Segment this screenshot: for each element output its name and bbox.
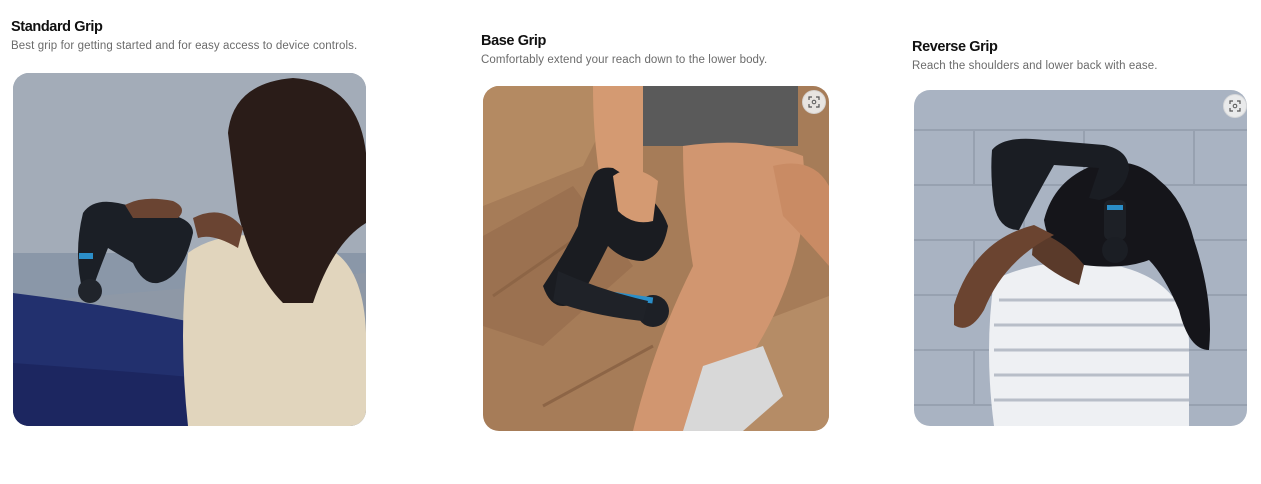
zoom-button[interactable] (802, 90, 826, 114)
reverse-grip-image[interactable] (914, 90, 1247, 426)
grip-card-standard: Standard Grip Best grip for getting star… (11, 18, 411, 53)
card-title: Base Grip (481, 33, 546, 49)
card-title: Reverse Grip (912, 39, 998, 55)
card-description: Comfortably extend your reach down to th… (481, 54, 768, 66)
grip-card-reverse: Reverse Grip Reach the shoulders and low… (912, 38, 1252, 73)
expand-zoom-icon (1229, 100, 1241, 112)
standard-grip-image[interactable] (13, 73, 366, 426)
base-grip-image[interactable] (483, 86, 829, 431)
expand-zoom-icon (808, 96, 820, 108)
card-title: Standard Grip (11, 19, 103, 35)
card-description: Best grip for getting started and for ea… (11, 40, 358, 52)
card-description: Reach the shoulders and lower back with … (912, 60, 1158, 72)
zoom-button[interactable] (1223, 94, 1247, 118)
grip-card-base: Base Grip Comfortably extend your reach … (481, 32, 881, 67)
